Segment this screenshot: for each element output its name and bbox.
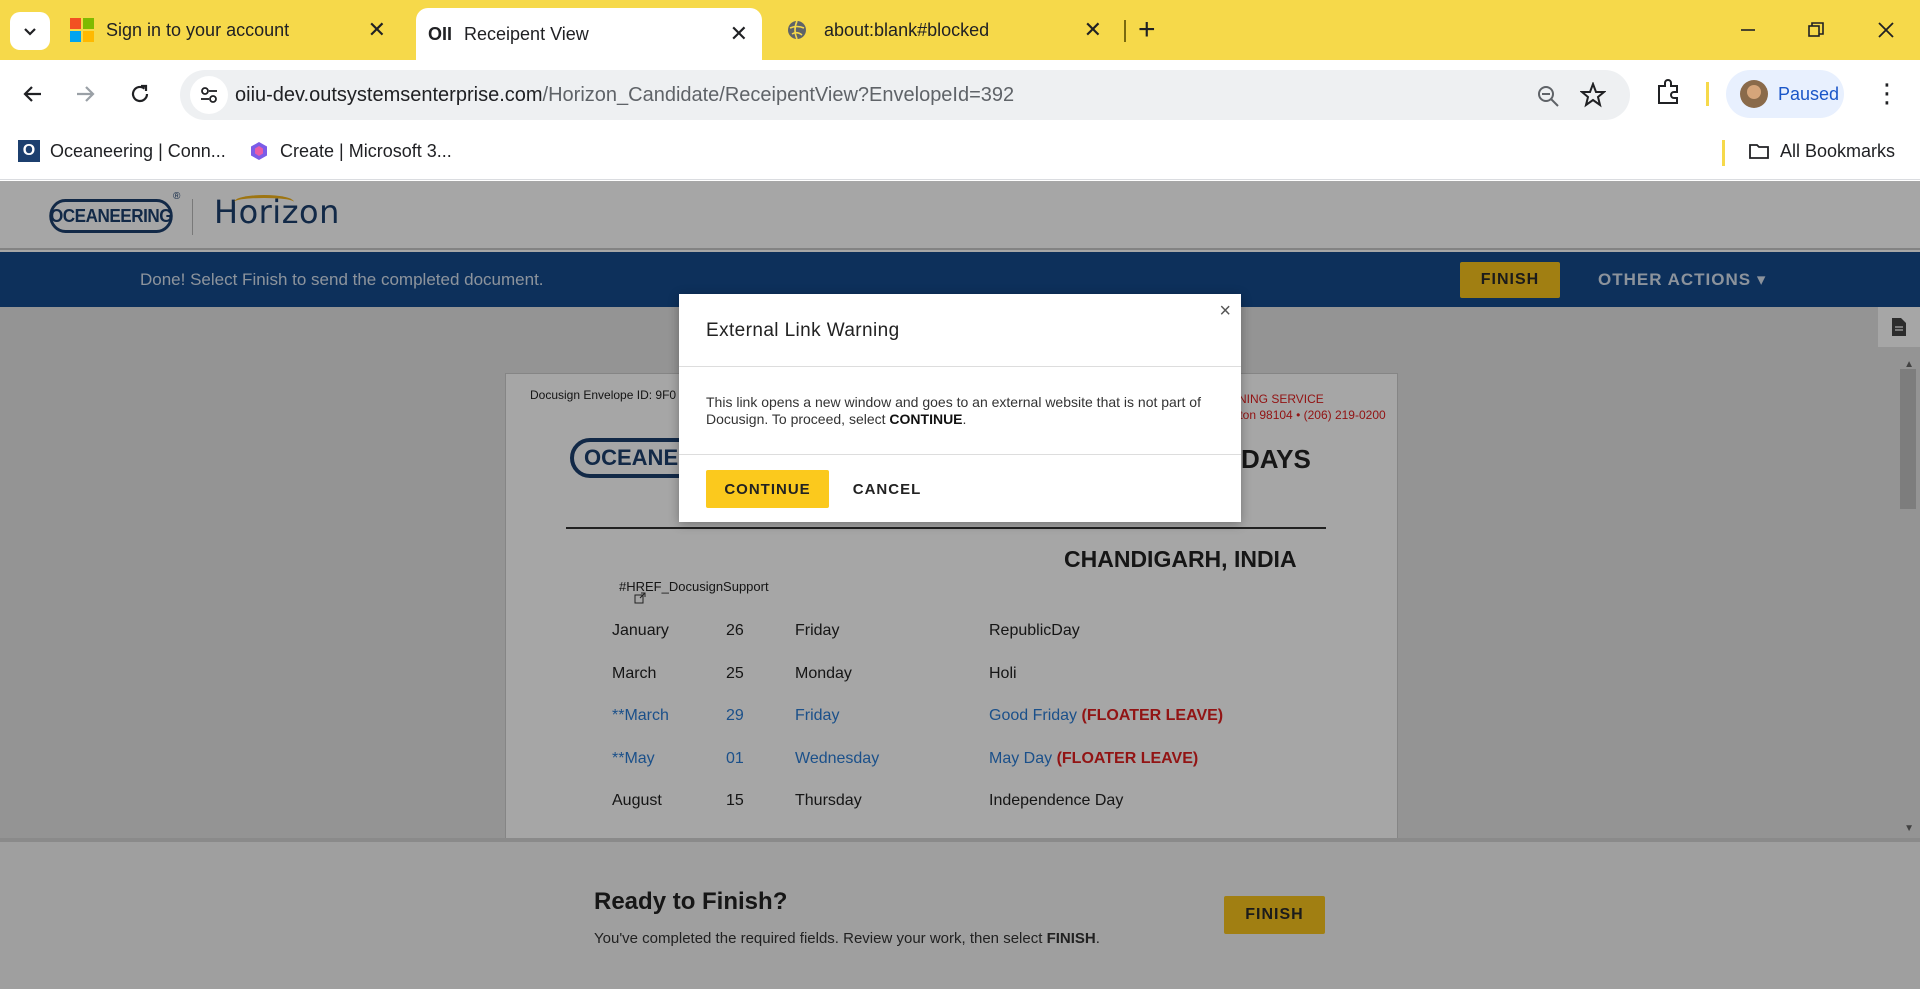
tune-icon [201,87,217,103]
folder-icon [1749,144,1769,159]
bookmark-create-microsoft[interactable]: Create | Microsoft 3... [248,140,452,162]
tab-about-blank[interactable]: about:blank#blocked ✕ [776,8,1116,52]
tab-separator [1124,20,1126,42]
tab-search-button[interactable] [10,12,50,50]
browser-toolbar: oiiu-dev.outsystemsenterprise.com/Horizo… [0,60,1920,128]
restore-icon [1808,22,1824,37]
address-bar[interactable]: oiiu-dev.outsystemsenterprise.com/Horizo… [180,70,1630,120]
chevron-down-icon [24,28,36,36]
cancel-button[interactable]: CANCEL [847,470,927,508]
profile-status: Paused [1778,83,1840,104]
modal-backdrop-lower [0,838,1920,989]
close-tab-icon[interactable]: ✕ [368,17,386,43]
dialog-body: This link opens a new window and goes to… [706,394,1206,428]
new-tab-button[interactable]: + [1138,14,1156,46]
minimize-button[interactable] [1728,12,1768,48]
url-text[interactable]: oiiu-dev.outsystemsenterprise.com/Horizo… [235,84,1014,107]
url-path: /Horizon_Candidate/ReceipentView?Envelop… [542,84,1015,106]
restore-button[interactable] [1796,12,1836,48]
url-host: oiiu-dev.outsystemsenterprise.com [235,84,543,106]
profile-button[interactable]: Paused [1726,70,1844,118]
tab-receipent-view[interactable]: OII Receipent View ✕ [416,8,762,60]
external-link-warning-dialog: × External Link Warning This link opens … [679,294,1241,522]
reload-icon [131,84,149,103]
bookmarks-bar: O Oceaneering | Conn... Create | Microso… [0,128,1920,180]
tab-title: about:blank#blocked [824,19,990,40]
site-info-button[interactable] [190,76,228,114]
back-button[interactable] [12,74,52,114]
copilot-icon [251,142,267,160]
close-tab-icon[interactable]: ✕ [730,21,748,47]
tab-title: Sign in to your account [106,19,290,40]
oceaneering-favicon: O [18,140,40,162]
minimize-icon [1741,29,1755,31]
arrow-right-icon [77,86,95,102]
bookmark-star-icon[interactable] [1580,82,1606,108]
page-content: OCEANEERING ® Horizon Done! Select Finis… [0,181,1920,989]
toolbar-separator [1706,82,1709,106]
oii-icon: OII [428,23,453,44]
continue-button[interactable]: CONTINUE [706,470,829,508]
close-tab-icon[interactable]: ✕ [1084,17,1102,43]
browser-tab-strip: Sign in to your account ✕ OII Receipent … [0,0,1920,60]
bookmark-separator [1722,140,1725,166]
globe-icon [788,20,806,40]
extensions-icon[interactable] [1654,76,1684,106]
zoom-out-icon[interactable] [1536,84,1560,108]
dialog-title: External Link Warning [706,320,900,341]
all-bookmarks-label: All Bookmarks [1780,140,1896,161]
tab-sign-in[interactable]: Sign in to your account ✕ [60,8,400,52]
microsoft-icon [70,18,94,42]
dialog-body-end: . [962,411,967,427]
all-bookmarks-button[interactable]: All Bookmarks [1748,140,1895,162]
close-window-button[interactable] [1866,12,1906,48]
dialog-divider [679,366,1241,367]
tab-title: Receipent View [464,23,589,44]
bookmark-label: Create | Microsoft 3... [280,140,452,161]
dialog-body-bold: CONTINUE [889,411,963,427]
more-menu-icon[interactable]: ⋮ [1874,78,1900,108]
arrow-left-icon [23,86,41,102]
reload-button[interactable] [120,74,160,114]
bookmark-label: Oceaneering | Conn... [50,140,226,161]
bookmark-oceaneering[interactable]: O Oceaneering | Conn... [18,140,226,162]
dialog-close-icon[interactable]: × [1219,300,1231,323]
forward-button[interactable] [66,74,106,114]
close-icon [1878,22,1894,38]
dialog-divider [679,454,1241,455]
avatar [1740,80,1768,108]
